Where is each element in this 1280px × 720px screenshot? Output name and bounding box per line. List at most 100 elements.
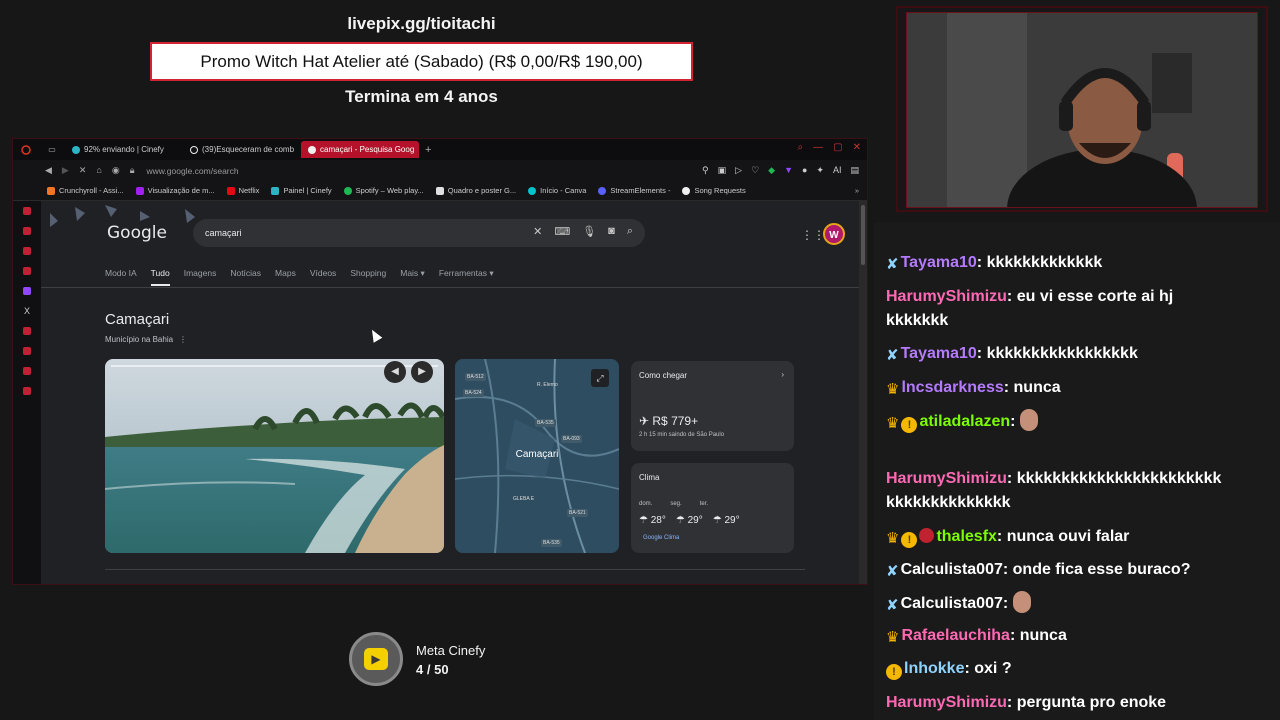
weather-day-forecast: ☂ 29° [676, 515, 703, 526]
heart-icon[interactable]: ♡ [751, 165, 759, 176]
chat-message: ! lnhokke: oxi ? [886, 657, 1266, 681]
carousel-prev-button[interactable]: ◀ [384, 361, 406, 383]
chat-message: ♛! atiladalazen: [886, 409, 1266, 436]
crown-badge-icon: ♛ [886, 381, 900, 398]
play-icon[interactable]: ▷ [735, 165, 742, 176]
tab-favicon [72, 145, 80, 154]
bookmark-label: Spotify – Web play... [355, 186, 424, 195]
home-icon[interactable]: ⌂ [96, 165, 101, 176]
bookmark-label: Quadro e poster G... [447, 186, 517, 195]
expand-map-icon[interactable]: ⤢ [591, 369, 609, 387]
close-icon[interactable]: ✕ [853, 142, 861, 153]
tab-videos[interactable]: Vídeos [310, 268, 336, 286]
bookmark-netflix[interactable]: Netflix [226, 186, 260, 195]
tab-mais[interactable]: Mais ▾ [400, 268, 425, 286]
sidebar-app-icon[interactable] [23, 267, 31, 275]
promo-timer: Termina em 4 anos [345, 87, 498, 106]
clear-icon[interactable]: ✕ [533, 225, 542, 238]
tab-label: 92% enviando | Cinefy [84, 145, 164, 154]
back-icon[interactable]: ◀ [45, 165, 52, 176]
minimize-icon[interactable]: — [813, 142, 823, 153]
lens-icon[interactable]: ◙ [608, 225, 615, 238]
forward-icon[interactable]: ▶ [62, 165, 69, 176]
sidebar-app-icon[interactable] [23, 327, 31, 335]
extension-icon[interactable]: ✦ [816, 165, 824, 176]
weather-day-forecast: ☂ 29° [713, 515, 740, 526]
bookmark-spotify[interactable]: Spotify – Web play... [343, 186, 424, 195]
avatar[interactable]: W [823, 223, 845, 245]
promo-goal-bar: Promo Witch Hat Atelier até (Sabado) (R$… [150, 42, 693, 81]
bookmark-visualizacao[interactable]: Visualização de m... [135, 186, 215, 195]
maximize-icon[interactable]: ▢ [833, 142, 842, 153]
page-scrollbar[interactable] [859, 201, 867, 584]
site-info-icon[interactable]: ◉ [112, 165, 120, 176]
tab-imagens[interactable]: Imagens [184, 268, 217, 286]
weather-day: dom. [639, 501, 653, 507]
tab-list-icon[interactable]: ▭ [39, 145, 65, 154]
sidebar-app-icon[interactable] [23, 367, 31, 375]
chat-username: HarumyShimizu [886, 288, 1007, 305]
lock-icon[interactable]: 🔒︎ [130, 165, 135, 176]
new-tab-button[interactable]: + [419, 144, 437, 156]
search-icon[interactable]: ⌕ [627, 225, 633, 238]
tab-tudo[interactable]: Tudo [150, 268, 170, 286]
scrollbar-thumb[interactable] [861, 205, 865, 265]
ai-icon[interactable]: AI [833, 165, 842, 176]
tab-modo-ia[interactable]: Modo IA [105, 268, 137, 286]
twitch-icon[interactable] [23, 287, 31, 295]
chat-text: nunca [1019, 627, 1067, 644]
weather-card[interactable]: Clima dom. seg. ter. ☂ 28° ☂ 29° ☂ 29° G… [631, 463, 794, 553]
extension-purple-icon[interactable]: ▼ [784, 165, 793, 176]
tab-tiktok[interactable]: (39)Esqueceram de comb [183, 141, 301, 158]
cinefy-goal-icon: ▶ [349, 632, 403, 686]
reload-icon[interactable]: ✕ [79, 165, 87, 176]
spotify-icon [343, 186, 352, 195]
chat-username: HarumyShimizu [886, 694, 1007, 711]
bookmarks-overflow-icon[interactable]: » [855, 186, 859, 195]
bookmark-streamelements[interactable]: StreamElements - [598, 186, 670, 195]
sidebar-app-icon[interactable] [23, 347, 31, 355]
pin-icon[interactable]: ⚲ [702, 165, 709, 176]
tab-noticias[interactable]: Notícias [230, 268, 261, 286]
x-icon[interactable]: X [23, 307, 31, 316]
more-options-icon[interactable]: ⋮ [179, 335, 187, 344]
map-thumbnail[interactable]: BA-512 BA-524 BA-535 BA-093 BA-521 BA-53… [455, 359, 619, 553]
bookmark-cinefy[interactable]: Painel | Cinefy [271, 186, 332, 195]
bookmark-crunchyroll[interactable]: Crunchyroll - Assi... [47, 186, 124, 195]
search-tabs-icon[interactable]: ⌕ [798, 142, 804, 153]
sidebar-app-icon[interactable] [23, 387, 31, 395]
bookmark-label: Netflix [238, 186, 260, 195]
bookmark-quadro[interactable]: Quadro e poster G... [435, 186, 517, 195]
tab-ferramentas[interactable]: Ferramentas ▾ [439, 268, 494, 286]
browser-menu-icon[interactable] [13, 144, 39, 155]
sidebar-app-icon[interactable] [23, 247, 31, 255]
chat-username: lncsdarkness [901, 379, 1004, 396]
google-clima-link[interactable]: Google Clima [643, 535, 679, 541]
sidebar-app-icon[interactable] [23, 207, 31, 215]
coin-badge-icon: ! [901, 532, 918, 548]
tab-maps[interactable]: Maps [275, 268, 296, 286]
carousel-next-button[interactable]: ▶ [411, 361, 433, 383]
tab-shopping[interactable]: Shopping [350, 268, 386, 286]
bookmark-song-requests[interactable]: Song Requests [682, 186, 746, 195]
sidebar-icon[interactable]: ▤ [850, 165, 859, 176]
sidebar-app-icon[interactable] [23, 227, 31, 235]
extension-green-icon[interactable]: ◆ [768, 165, 775, 176]
rain-cloud-icon: ☂ [712, 515, 725, 526]
search-input[interactable]: camaçari ✕ ⌨ 🎙︎ ◙ ⌕ [193, 219, 645, 247]
chat-icon[interactable]: ● [802, 165, 807, 176]
chat-text: eu vi esse corte ai hj [1016, 288, 1174, 305]
beach-photo[interactable] [105, 359, 444, 553]
extensions-toolbar: ⚲ ▣ ▷ ♡ ◆ ▼ ● ✦ AI ▤ [702, 165, 859, 176]
chat-text: nunca ouvi falar [1006, 528, 1130, 545]
screenshot-icon[interactable]: ▣ [718, 165, 727, 176]
google-logo[interactable]: Google [107, 223, 167, 243]
goal-current: 4 [416, 662, 424, 677]
tab-cinefy[interactable]: 92% enviando | Cinefy [65, 141, 183, 158]
keyboard-icon[interactable]: ⌨ [554, 225, 570, 238]
directions-card[interactable]: Como chegar › ✈ R$ 779+ 2 h 15 min saind… [631, 361, 794, 451]
mic-icon[interactable]: 🎙︎ [582, 225, 596, 238]
url-field[interactable]: www.google.com/search [146, 166, 238, 176]
tab-google-search[interactable]: camaçari - Pesquisa Goog [301, 141, 419, 158]
bookmark-canva[interactable]: Início - Canva [528, 186, 586, 195]
